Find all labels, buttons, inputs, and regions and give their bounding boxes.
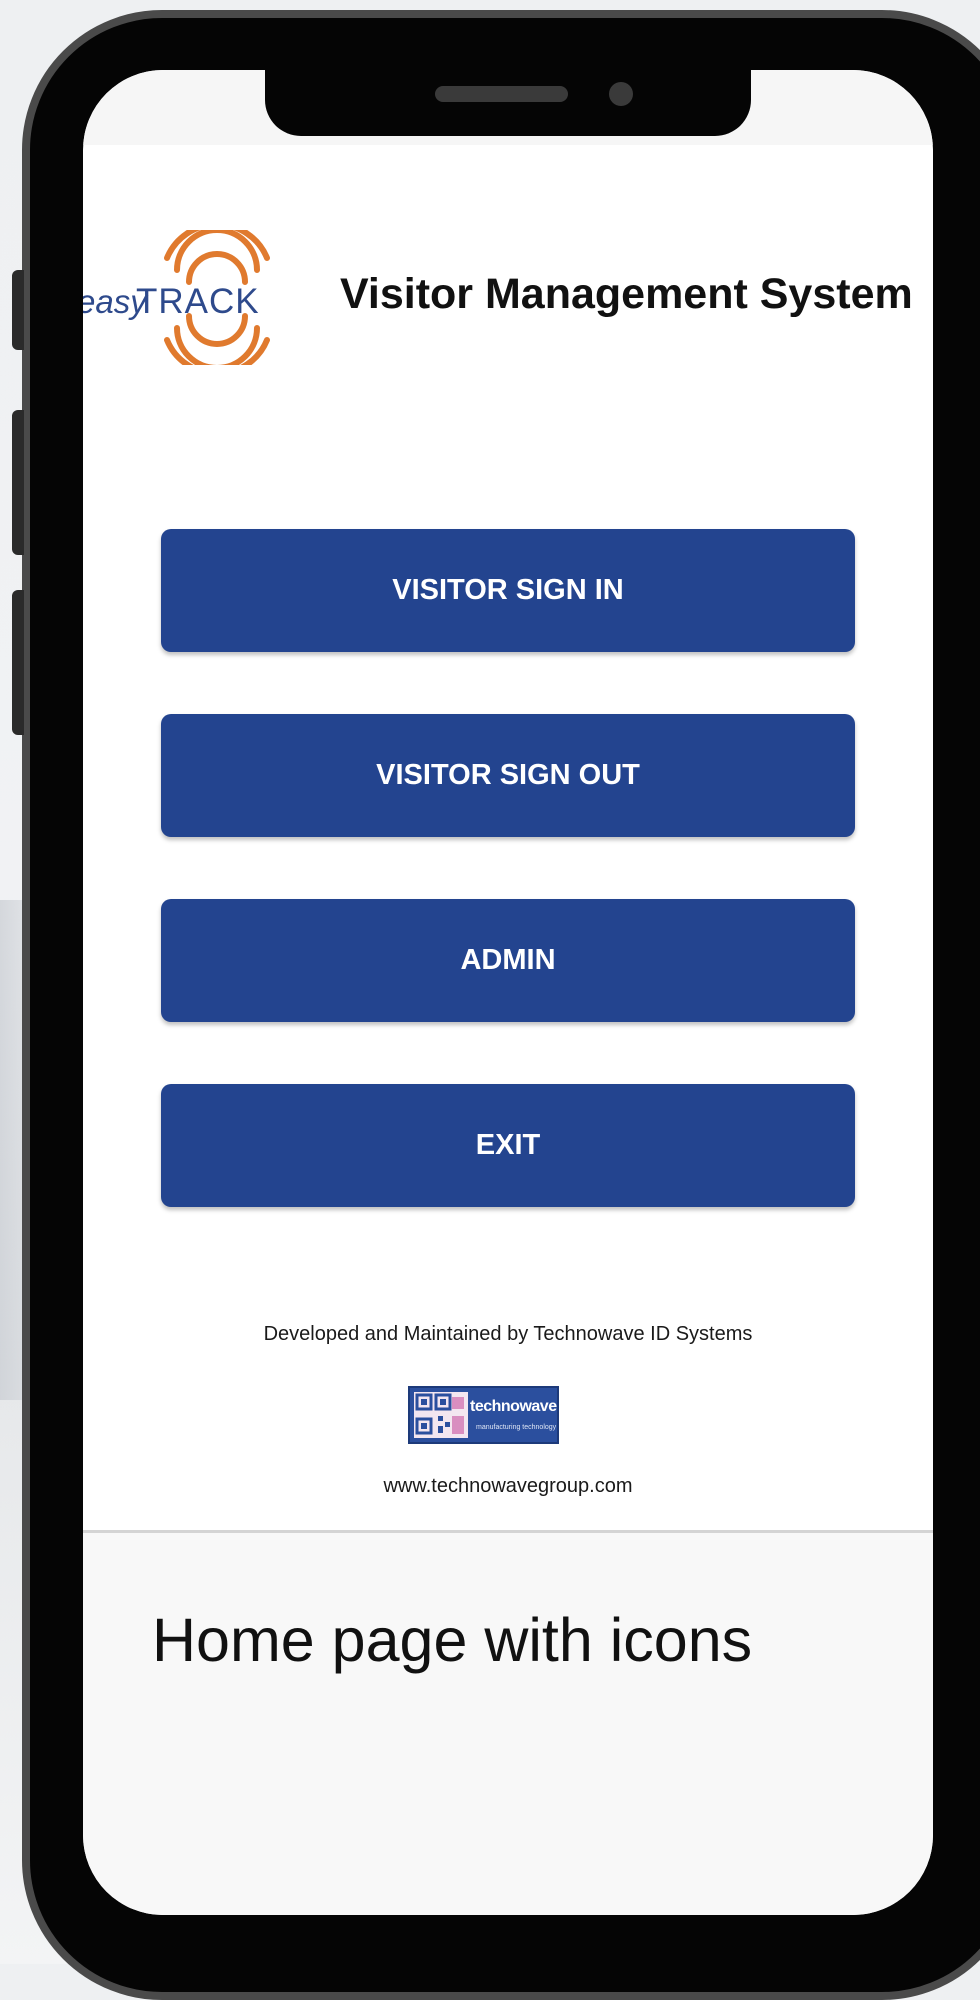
visitor-sign-out-button[interactable]: VISITOR SIGN OUT — [161, 714, 855, 837]
caption-panel — [83, 1533, 933, 1915]
screenshot-caption: Home page with icons — [152, 1606, 753, 1674]
qr-code-icon — [414, 1392, 468, 1438]
website-link[interactable]: www.technowavegroup.com — [83, 1475, 933, 1498]
phone-volume-up-button — [12, 410, 24, 555]
exit-button[interactable]: EXIT — [161, 1084, 855, 1207]
visitor-sign-in-button[interactable]: VISITOR SIGN IN — [161, 529, 855, 652]
phone-notch — [265, 70, 751, 136]
technowave-logo-name: technowave — [470, 1398, 557, 1415]
technowave-logo: technowave manufacturing technology — [408, 1386, 559, 1444]
phone-volume-down-button — [12, 590, 24, 735]
front-camera — [609, 82, 633, 106]
admin-button[interactable]: ADMIN — [161, 899, 855, 1022]
technowave-logo-tagline: manufacturing technology — [476, 1424, 557, 1431]
developer-credit: Developed and Maintained by Technowave I… — [263, 1323, 753, 1345]
page-title: Visitor Management System — [340, 270, 913, 318]
app-screen: easy TRACK Visitor Management System VIS… — [83, 70, 933, 1915]
logo-track-text: TRACK — [136, 282, 260, 321]
easytrack-logo: easy TRACK — [83, 230, 287, 365]
speaker-grille — [435, 86, 568, 102]
phone-side-button — [12, 270, 24, 350]
